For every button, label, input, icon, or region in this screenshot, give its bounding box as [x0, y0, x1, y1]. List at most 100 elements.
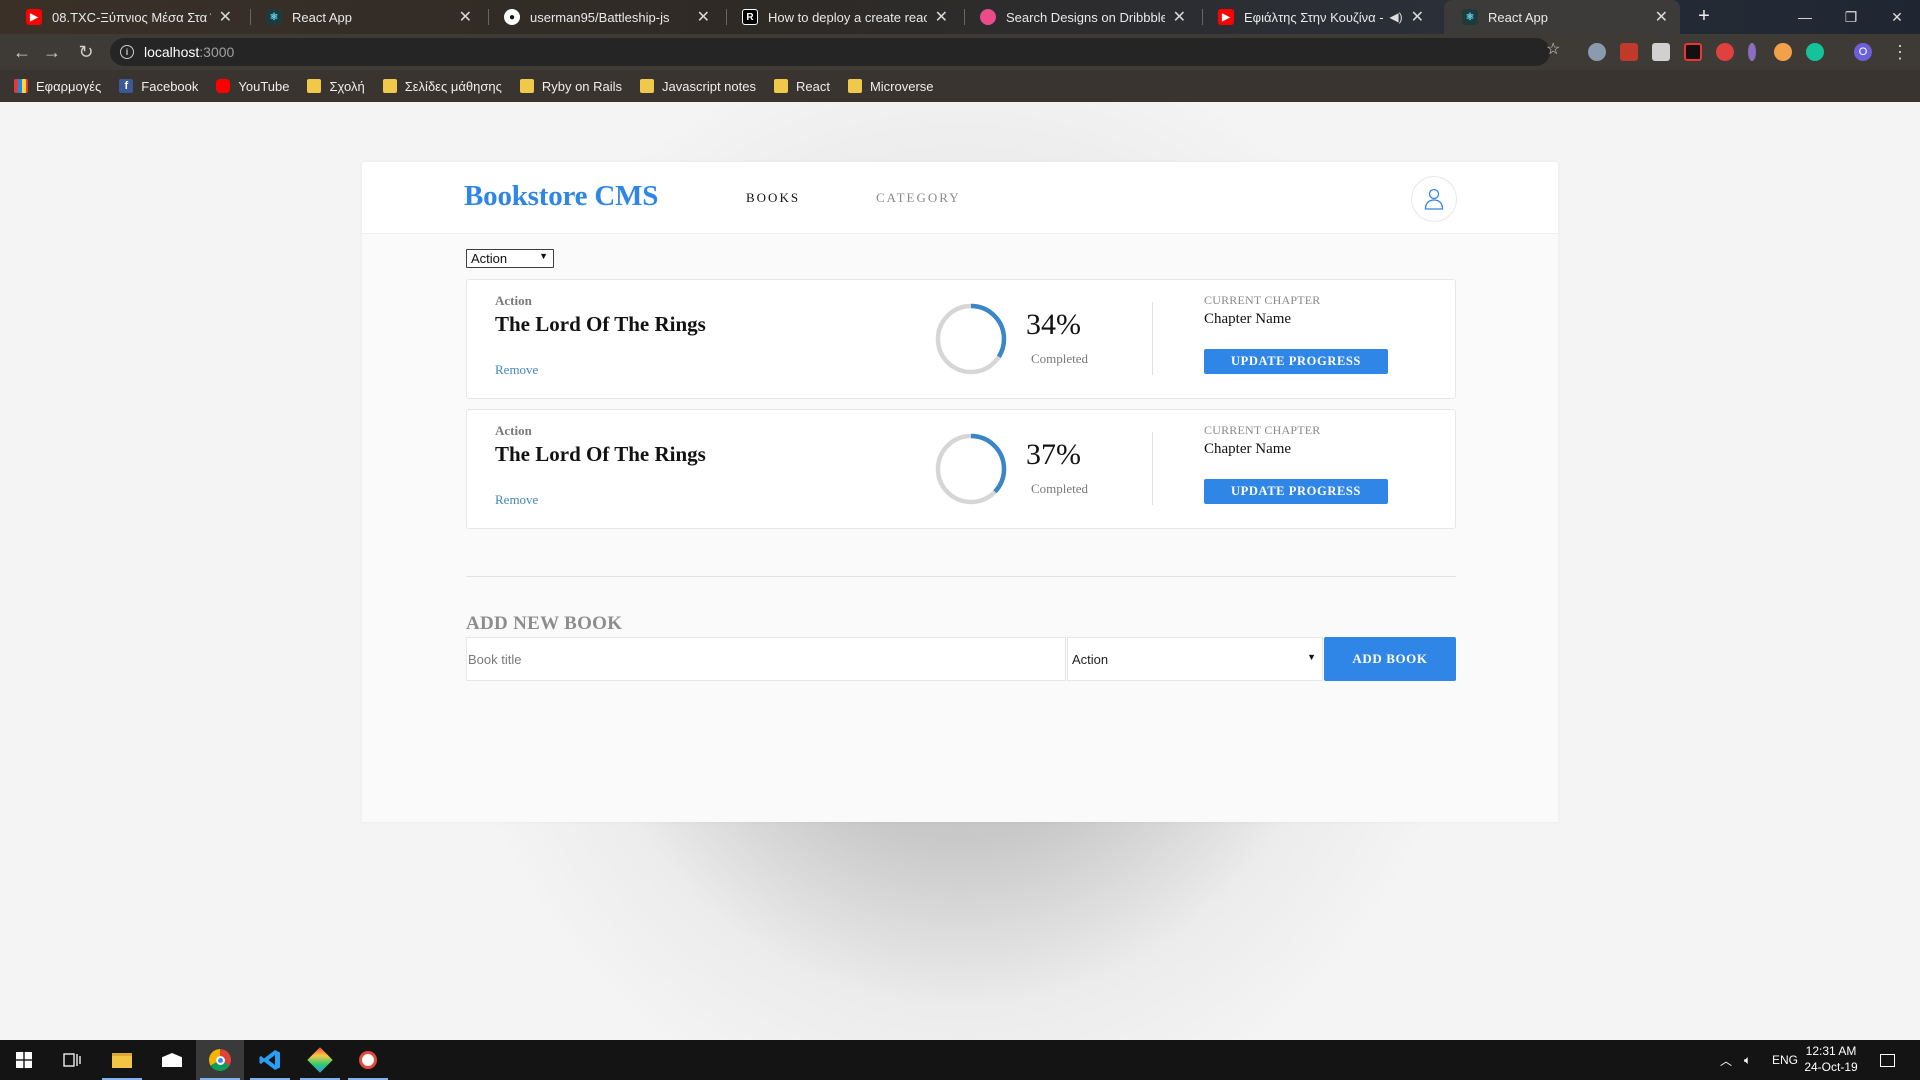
completed-label: Completed: [1031, 351, 1089, 366]
browser-tab[interactable]: R How to deploy a create react app ✕: [724, 0, 960, 34]
nav-books[interactable]: BOOKS: [746, 190, 800, 206]
color-extension-icon[interactable]: [1774, 43, 1792, 61]
bookmark-folder[interactable]: Σχολή: [307, 79, 365, 94]
input-language[interactable]: ENG: [1772, 1040, 1798, 1080]
close-icon[interactable]: ✕: [1411, 7, 1424, 27]
close-icon[interactable]: ✕: [1173, 7, 1186, 27]
speaker-icon[interactable]: ◀): [1389, 10, 1402, 24]
task-view-icon[interactable]: [48, 1040, 96, 1080]
reload-icon[interactable]: ↻: [74, 40, 98, 64]
github-icon: ●: [504, 9, 520, 25]
user-avatar[interactable]: [1411, 176, 1457, 222]
bookmark-folder[interactable]: Microverse: [847, 79, 934, 94]
start-button[interactable]: [0, 1040, 48, 1080]
mail-icon[interactable]: [148, 1040, 196, 1080]
browser-tab[interactable]: ▶ Εφιάλτης Στην Κουζίνα - Κα ◀) ✕: [1200, 0, 1436, 34]
bookmark-folder[interactable]: Javascript notes: [640, 79, 756, 94]
window-close-icon[interactable]: ✕: [1874, 0, 1920, 34]
tray-chevron-icon[interactable]: ︿: [1720, 1040, 1732, 1080]
cube-extension-icon[interactable]: [1652, 43, 1670, 61]
dropper-extension-icon[interactable]: [1748, 43, 1756, 61]
bookmark-folder[interactable]: Ryby on Rails: [519, 79, 622, 94]
tab-title: Εφιάλτης Στην Κουζίνα - Κα: [1244, 9, 1385, 25]
chapter-name: Chapter Name: [1204, 311, 1292, 327]
address-bar[interactable]: i localhost:3000: [110, 38, 1550, 66]
book-title: The Lord Of The Rings: [495, 442, 706, 466]
remove-book-link[interactable]: Remove: [495, 492, 538, 508]
folder-icon: [640, 79, 655, 93]
app-icon[interactable]: [344, 1040, 392, 1080]
bookmark-folder[interactable]: React: [773, 79, 830, 94]
dribbble-icon: [980, 9, 996, 25]
menu-icon[interactable]: ⋮: [1888, 40, 1912, 64]
system-clock[interactable]: 12:31 AM 24-Oct-19: [1796, 1043, 1866, 1075]
chrome-icon[interactable]: [196, 1040, 244, 1080]
tab-title: How to deploy a create react app: [768, 9, 927, 25]
browser-tab[interactable]: ▶ 08.TXC-Ξύπνιος Μέσα Στα Όνειρ ✕: [8, 0, 244, 34]
dropdown-arrow-icon: ▼: [539, 251, 548, 261]
apps-icon: [14, 79, 28, 93]
browser-tab[interactable]: ⚛ React App ✕: [248, 0, 484, 34]
bookmark-folder[interactable]: Σελίδες μάθησης: [382, 79, 502, 94]
browser-tab[interactable]: ● userman95/Battleship-js ✕: [486, 0, 722, 34]
back-icon[interactable]: ←: [10, 40, 34, 64]
bookmark-apps[interactable]: Εφαρμογές: [14, 79, 101, 94]
category-filter-select[interactable]: Action ▼: [466, 249, 554, 268]
progress-ring: [935, 433, 1007, 505]
browser-toolbar: ← → ↻ i localhost:3000 ☆ O ⋮: [0, 34, 1920, 70]
add-book-button[interactable]: ADD BOOK: [1324, 637, 1456, 681]
close-icon[interactable]: ✕: [1655, 7, 1668, 27]
filter-value: Action: [471, 251, 508, 266]
close-icon[interactable]: ✕: [219, 7, 232, 27]
info-icon[interactable]: i: [120, 45, 134, 59]
close-icon[interactable]: ✕: [697, 7, 710, 27]
tab-title: 08.TXC-Ξύπνιος Μέσα Στα Όνειρ: [52, 9, 211, 25]
volume-icon[interactable]: 🔈︎: [1744, 1040, 1751, 1080]
book-title-input[interactable]: [466, 637, 1066, 681]
react-icon: ⚛: [266, 9, 282, 25]
url-port: :3000: [199, 44, 235, 60]
bookmark-star-icon[interactable]: ☆: [1546, 39, 1560, 59]
profile-avatar[interactable]: O: [1854, 43, 1872, 61]
browser-tab[interactable]: Search Designs on Dribbble ✕: [962, 0, 1198, 34]
notifications-icon[interactable]: [1880, 1040, 1895, 1080]
close-icon[interactable]: ✕: [459, 7, 472, 27]
book-title: The Lord Of The Rings: [495, 312, 706, 336]
current-chapter-label: CURRENT CHAPTER: [1204, 293, 1321, 307]
clock-date: 24-Oct-19: [1804, 1060, 1858, 1074]
chapter-name: Chapter Name: [1204, 441, 1292, 457]
block-extension-icon[interactable]: [1716, 43, 1734, 61]
folder-icon: [847, 79, 862, 93]
grammarly-icon[interactable]: [1806, 43, 1824, 61]
vscode-icon[interactable]: [246, 1040, 294, 1080]
youtube-extension-icon[interactable]: [1684, 43, 1702, 61]
bookmark-youtube[interactable]: YouTube: [216, 79, 289, 94]
url-host: localhost: [144, 44, 200, 60]
book-category-select[interactable]: Action ▼: [1067, 637, 1323, 681]
completed-label: Completed: [1031, 481, 1089, 496]
youtube-icon: ▶: [26, 9, 42, 25]
tab-title: React App: [1488, 9, 1548, 25]
windows-icon: [16, 1052, 32, 1068]
section-divider: [466, 576, 1456, 577]
progress-percent: 37%: [1026, 438, 1081, 471]
update-progress-button[interactable]: UPDATE PROGRESS: [1204, 479, 1388, 504]
new-tab-button[interactable]: +: [1692, 5, 1716, 29]
bookmark-facebook[interactable]: f Facebook: [119, 79, 198, 94]
close-icon[interactable]: ✕: [935, 7, 948, 27]
update-progress-button[interactable]: UPDATE PROGRESS: [1204, 349, 1388, 374]
forward-icon[interactable]: →: [40, 40, 64, 64]
nav-category[interactable]: CATEGORY: [876, 190, 961, 206]
book-card: Action The Lord Of The Rings Remove 34% …: [466, 279, 1456, 399]
youtube-icon: ▶: [1218, 9, 1234, 25]
remove-book-link[interactable]: Remove: [495, 362, 538, 378]
browser-tab-active[interactable]: ⚛ React App ✕: [1444, 0, 1680, 34]
file-explorer-icon[interactable]: [98, 1040, 146, 1080]
app-brand[interactable]: Bookstore CMS: [464, 180, 658, 213]
extension-icon[interactable]: [1588, 43, 1606, 61]
git-kraken-icon[interactable]: [296, 1040, 344, 1080]
r-icon: R: [742, 9, 758, 25]
restore-icon[interactable]: ❐: [1828, 0, 1874, 34]
pdf-extension-icon[interactable]: [1620, 43, 1638, 61]
minimize-icon[interactable]: —: [1782, 0, 1828, 34]
